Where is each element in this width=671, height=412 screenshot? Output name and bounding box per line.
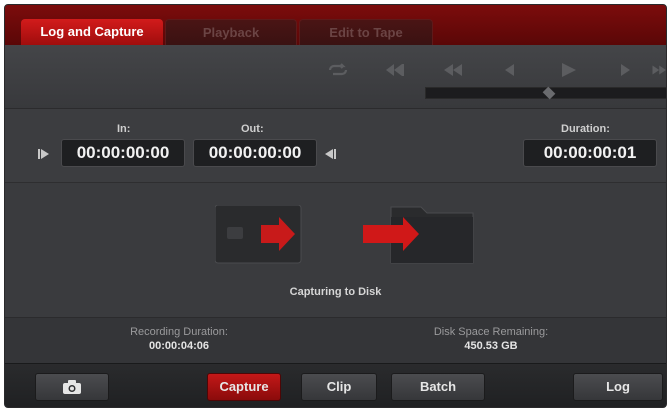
duration-label: Duration: <box>561 123 610 135</box>
timecode-panel: In: Out: Duration: 00:00:00:00 00:00:00:… <box>5 109 666 183</box>
capture-window: Log and Capture Playback Edit to Tape In… <box>4 4 667 408</box>
out-label: Out: <box>241 123 264 135</box>
go-to-out-icon <box>325 149 336 159</box>
jog-handle[interactable] <box>542 86 556 100</box>
recording-duration-label: Recording Duration: <box>130 326 228 338</box>
clip-button[interactable]: Clip <box>301 373 377 401</box>
duration-timecode-field: 00:00:00:01 <box>523 139 657 167</box>
in-label: In: <box>117 123 131 135</box>
in-timecode-field[interactable]: 00:00:00:00 <box>61 139 185 167</box>
disk-space-label: Disk Space Remaining: <box>433 326 549 338</box>
rewind-fast-icon[interactable] <box>380 59 410 81</box>
batch-button[interactable]: Batch <box>391 373 485 401</box>
recording-duration-value: 00:00:04:06 <box>149 340 209 352</box>
go-to-in-icon <box>38 149 49 159</box>
tab-edit-to-tape[interactable]: Edit to Tape <box>299 19 433 45</box>
rewind-icon[interactable] <box>438 59 468 81</box>
tab-bar: Log and Capture Playback Edit to Tape <box>5 5 666 45</box>
tab-playback[interactable]: Playback <box>165 19 297 45</box>
camera-icon <box>63 380 81 394</box>
snapshot-button[interactable] <box>35 373 109 401</box>
step-back-icon[interactable] <box>495 59 525 81</box>
log-button[interactable]: Log <box>573 373 663 401</box>
disk-space-value: 450.53 GB <box>464 340 518 352</box>
go-to-in-button[interactable] <box>33 143 55 165</box>
transport-bar <box>5 45 666 109</box>
capture-button[interactable]: Capture <box>207 373 281 401</box>
loop-icon[interactable] <box>323 59 353 81</box>
fast-forward-icon[interactable] <box>651 59 666 81</box>
go-to-out-button[interactable] <box>319 143 341 165</box>
capture-status-area: Capturing to Disk <box>5 183 666 317</box>
jog-shuttle-bar[interactable] <box>425 86 666 100</box>
step-forward-icon[interactable] <box>610 59 640 81</box>
capture-info-strip: Recording Duration: 00:00:04:06 Disk Spa… <box>5 317 666 363</box>
out-timecode-field[interactable]: 00:00:00:00 <box>193 139 317 167</box>
play-icon[interactable] <box>553 59 583 81</box>
capturing-to-disk-icon <box>215 205 474 264</box>
tab-log-and-capture[interactable]: Log and Capture <box>21 19 163 45</box>
capture-status-text: Capturing to Disk <box>289 286 382 298</box>
bottom-toolbar: Capture Clip Batch Log <box>5 363 666 407</box>
